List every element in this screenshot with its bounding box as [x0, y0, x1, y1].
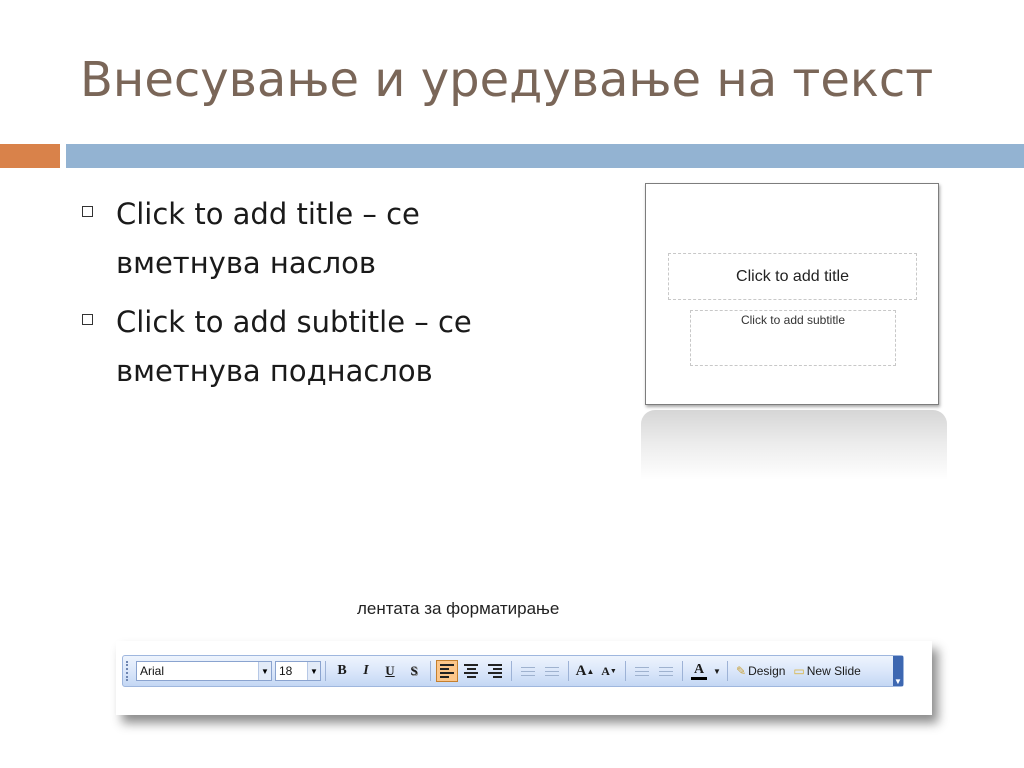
toolbar-separator	[727, 661, 728, 681]
square-bullet-icon	[82, 314, 93, 325]
formatting-toolbar: Arial ▼ 18 ▼ B I U S A ▲ A ▼ A ▼ ✎ Desig…	[122, 655, 904, 687]
toolbar-separator	[568, 661, 569, 681]
design-label: Design	[748, 664, 786, 678]
font-color-icon: A	[693, 661, 705, 677]
align-left-button[interactable]	[436, 660, 458, 682]
toolbar-separator	[325, 661, 326, 681]
font-color-swatch	[691, 676, 707, 680]
font-name-select[interactable]: Arial ▼	[136, 661, 272, 681]
align-right-icon	[488, 664, 502, 678]
toolbar-caption: лентата за форматирање	[357, 599, 560, 618]
design-icon: ✎	[736, 664, 747, 678]
align-right-button[interactable]	[484, 660, 506, 682]
accent-bar-orange	[0, 144, 60, 168]
bullet-item: Click to add subtitle – се вметнува подн…	[82, 298, 602, 396]
font-color-dropdown[interactable]: ▼	[712, 660, 722, 682]
design-button[interactable]: ✎ Design	[733, 660, 788, 682]
bulleted-list-icon	[545, 666, 559, 676]
dropdown-arrow-icon[interactable]: ▼	[258, 662, 271, 680]
bullet-list: Click to add title – се вметнува наслов …	[82, 190, 602, 406]
italic-button[interactable]: I	[355, 660, 377, 682]
slide-title: Внесување и уредување на текст	[80, 52, 934, 108]
decrease-font-size-icon: A	[601, 663, 610, 678]
new-slide-icon: ▭	[793, 664, 805, 678]
increase-font-size-icon: A	[575, 662, 587, 679]
increase-indent-button[interactable]	[655, 660, 677, 682]
subtitle-placeholder[interactable]: Click to add subtitle	[690, 310, 896, 366]
slide-thumbnail: Click to add title Click to add subtitle	[645, 183, 939, 405]
bullet-text-line: Click to add subtitle – се	[116, 305, 472, 339]
square-bullet-icon	[82, 206, 93, 217]
title-placeholder[interactable]: Click to add title	[668, 253, 917, 300]
bullet-text-line: вметнува поднаслов	[116, 354, 433, 388]
new-slide-label: New Slide	[806, 664, 861, 678]
increase-indent-icon	[659, 666, 673, 676]
decrease-indent-icon	[635, 666, 649, 676]
shadow-button[interactable]: S	[403, 660, 425, 682]
align-center-button[interactable]	[460, 660, 482, 682]
toolbar-separator	[511, 661, 512, 681]
align-left-icon	[440, 664, 454, 678]
align-center-icon	[464, 664, 478, 678]
increase-font-size-button[interactable]: A ▲	[574, 660, 596, 682]
font-size-select[interactable]: 18 ▼	[275, 661, 321, 681]
decrease-font-size-button[interactable]: A ▼	[598, 660, 620, 682]
numbered-list-icon	[521, 666, 535, 676]
new-slide-button[interactable]: ▭ New Slide	[790, 660, 863, 682]
bullet-text-line: вметнува наслов	[116, 246, 376, 280]
toolbar-separator	[430, 661, 431, 681]
toolbar-options-button[interactable]: ▼	[893, 656, 903, 686]
toolbar-separator	[682, 661, 683, 681]
dropdown-arrow-icon[interactable]: ▼	[307, 662, 320, 680]
bullet-item: Click to add title – се вметнува наслов	[82, 190, 602, 288]
decrease-indent-button[interactable]	[631, 660, 653, 682]
font-color-button[interactable]: A	[688, 660, 710, 682]
bullet-text-line: Click to add title – се	[116, 197, 420, 231]
bold-button[interactable]: B	[331, 660, 353, 682]
underline-button[interactable]: U	[379, 660, 401, 682]
accent-bar-blue	[66, 144, 1024, 168]
font-size-value: 18	[279, 664, 293, 678]
thumbnail-reflection	[641, 410, 947, 480]
toolbar-grip-handle[interactable]	[126, 661, 132, 681]
numbering-button[interactable]	[517, 660, 539, 682]
font-name-value: Arial	[140, 664, 165, 678]
bullets-button[interactable]	[541, 660, 563, 682]
toolbar-separator	[625, 661, 626, 681]
